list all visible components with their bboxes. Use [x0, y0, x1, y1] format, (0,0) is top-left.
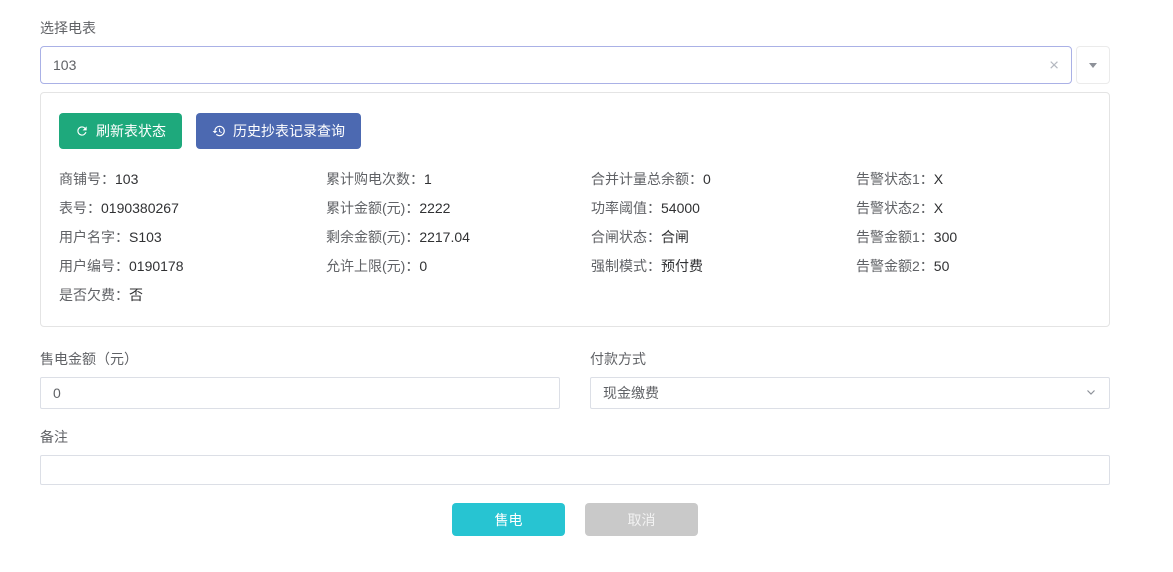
sell-electricity-page: 选择电表 × 刷新表状态 [0, 0, 1173, 536]
info-value: 50 [934, 258, 950, 274]
info-item-user-name: 用户名字：S103 [59, 223, 326, 252]
meter-info-card: 刷新表状态 历史抄表记录查询 商铺号：103 表号：0190380267 [40, 92, 1110, 327]
remark-label: 备注 [40, 427, 1110, 447]
info-value: 0190178 [129, 258, 184, 274]
refresh-button-label: 刷新表状态 [96, 121, 166, 141]
info-value: S103 [129, 229, 162, 245]
info-item-combined-balance: 合并计量总余额：0 [591, 165, 856, 194]
info-label: 合闸状态： [591, 229, 661, 245]
info-item-forced-mode: 强制模式：预付费 [591, 252, 856, 281]
meter-select-label: 选择电表 [40, 18, 1110, 38]
info-item-alarm-amount-2: 告警金额2：50 [856, 252, 1091, 281]
info-label: 商铺号： [59, 171, 115, 187]
action-buttons: 售电 取消 [40, 503, 1110, 536]
history-button-label: 历史抄表记录查询 [233, 121, 345, 141]
info-item-alarm-amount-1: 告警金额1：300 [856, 223, 1091, 252]
info-label: 告警状态2： [856, 200, 934, 216]
info-label: 表号： [59, 200, 101, 216]
info-item-meter-number: 表号：0190380267 [59, 194, 326, 223]
clear-icon[interactable]: × [1049, 57, 1059, 74]
info-item-remaining-amount: 剩余金额(元)：2217.04 [326, 223, 591, 252]
refresh-icon [75, 124, 89, 138]
chevron-down-icon [1085, 385, 1097, 401]
info-value: 2222 [419, 200, 450, 216]
info-item-purchase-count: 累计购电次数：1 [326, 165, 591, 194]
info-label: 告警状态1： [856, 171, 934, 187]
meter-select-field[interactable]: × [40, 46, 1072, 84]
info-label: 剩余金额(元)： [326, 229, 419, 245]
history-icon [212, 124, 226, 138]
info-value: 0 [419, 258, 427, 274]
info-label: 强制模式： [591, 258, 661, 274]
amount-input[interactable] [40, 377, 560, 409]
info-label: 功率阈值： [591, 200, 661, 216]
info-value: 否 [129, 287, 143, 303]
info-value: 合闸 [661, 229, 689, 245]
amount-label: 售电金额（元） [40, 349, 560, 369]
info-value: 1 [424, 171, 432, 187]
info-value: 2217.04 [419, 229, 470, 245]
sell-button[interactable]: 售电 [452, 503, 565, 536]
meter-info-grid: 商铺号：103 表号：0190380267 用户名字：S103 用户编号：019… [59, 165, 1091, 310]
info-value: X [934, 171, 943, 187]
info-item-total-amount: 累计金额(元)：2222 [326, 194, 591, 223]
info-item-user-id: 用户编号：0190178 [59, 252, 326, 281]
info-item-switch-status: 合闸状态：合闸 [591, 223, 856, 252]
info-label: 告警金额2： [856, 258, 934, 274]
payment-method-select[interactable]: 现金缴费 [590, 377, 1110, 409]
info-label: 告警金额1： [856, 229, 934, 245]
info-value: X [934, 200, 943, 216]
caret-down-icon [1089, 63, 1097, 68]
info-item-power-threshold: 功率阈值：54000 [591, 194, 856, 223]
info-item-shop-number: 商铺号：103 [59, 165, 326, 194]
info-value: 54000 [661, 200, 700, 216]
info-value: 300 [934, 229, 957, 245]
refresh-meter-status-button[interactable]: 刷新表状态 [59, 113, 182, 149]
meter-dropdown-toggle[interactable] [1076, 46, 1110, 84]
info-label: 用户编号： [59, 258, 129, 274]
info-item-alarm-status-2: 告警状态2：X [856, 194, 1091, 223]
info-label: 是否欠费： [59, 287, 129, 303]
info-column-3: 合并计量总余额：0 功率阈值：54000 合闸状态：合闸 强制模式：预付费 [591, 165, 856, 310]
card-toolbar: 刷新表状态 历史抄表记录查询 [59, 113, 1091, 149]
info-value: 0 [703, 171, 711, 187]
remark-input[interactable] [40, 455, 1110, 485]
payment-field-group: 付款方式 现金缴费 [590, 349, 1110, 409]
payment-method-value: 现金缴费 [603, 383, 659, 403]
payment-label: 付款方式 [590, 349, 1110, 369]
info-column-4: 告警状态1：X 告警状态2：X 告警金额1：300 告警金额2：50 [856, 165, 1091, 310]
info-item-alarm-status-1: 告警状态1：X [856, 165, 1091, 194]
info-column-2: 累计购电次数：1 累计金额(元)：2222 剩余金额(元)：2217.04 允许… [326, 165, 591, 310]
info-label: 合并计量总余额： [591, 171, 703, 187]
info-item-arrears: 是否欠费：否 [59, 281, 326, 310]
info-value: 预付费 [661, 258, 703, 274]
info-label: 允许上限(元)： [326, 258, 419, 274]
info-label: 用户名字： [59, 229, 129, 245]
amount-field-group: 售电金额（元） [40, 349, 560, 409]
info-item-allowed-limit: 允许上限(元)：0 [326, 252, 591, 281]
info-column-1: 商铺号：103 表号：0190380267 用户名字：S103 用户编号：019… [59, 165, 326, 310]
cancel-button[interactable]: 取消 [585, 503, 698, 536]
history-records-button[interactable]: 历史抄表记录查询 [196, 113, 361, 149]
info-label: 累计购电次数： [326, 171, 424, 187]
meter-select-input[interactable] [53, 57, 1041, 73]
info-value: 103 [115, 171, 138, 187]
info-value: 0190380267 [101, 200, 179, 216]
info-label: 累计金额(元)： [326, 200, 419, 216]
remark-field-group: 备注 [40, 427, 1110, 485]
meter-combobox: × [40, 46, 1110, 84]
sale-form-row: 售电金额（元） 付款方式 现金缴费 [40, 349, 1110, 409]
